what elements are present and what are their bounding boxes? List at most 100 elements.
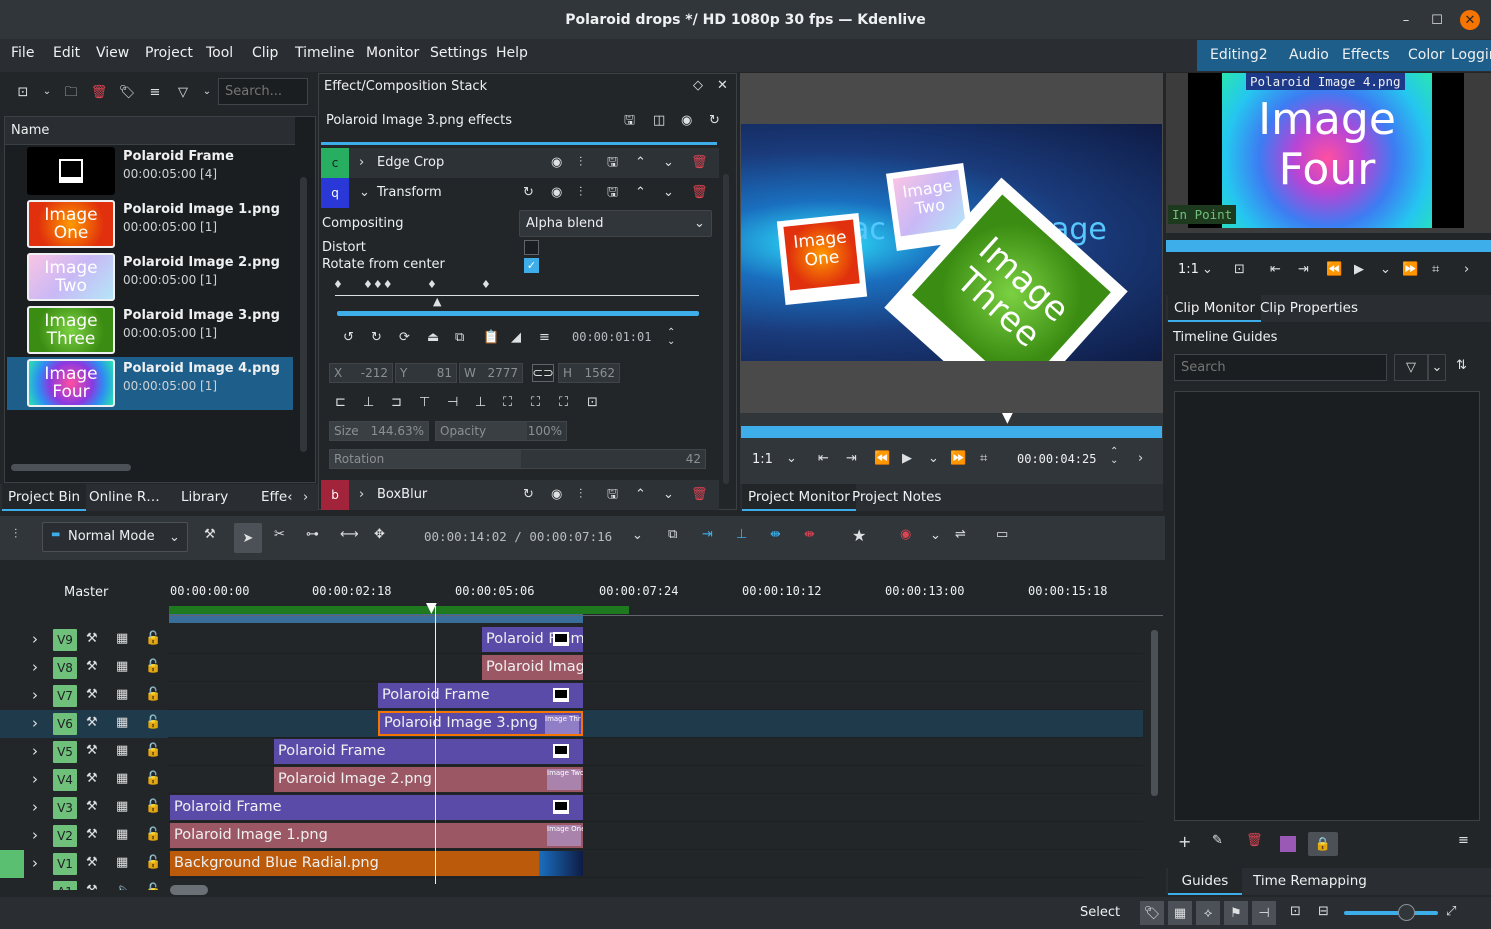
- workspace-logging[interactable]: Logging: [1444, 40, 1491, 71]
- prev-keyframe-icon[interactable]: ↺: [343, 331, 354, 344]
- keyframe-icon[interactable]: ↻: [523, 488, 534, 501]
- menu-tool[interactable]: Tool: [197, 40, 242, 72]
- fullscreen-icon[interactable]: ⊡: [1234, 263, 1245, 276]
- h-field[interactable]: H 1562: [558, 363, 620, 383]
- timeline-clip[interactable]: Polaroid Image 2.png Image Two: [274, 767, 583, 792]
- split-audio-icon[interactable]: ⊣: [1252, 901, 1276, 925]
- edit-mode-select[interactable]: ▬ Normal Mode ⌄: [42, 522, 188, 552]
- track-name[interactable]: V8: [53, 657, 77, 679]
- save-stack-icon[interactable]: 🖫: [624, 114, 635, 127]
- tab-project-monitor[interactable]: Project Monitor: [742, 484, 856, 511]
- add-guide-icon[interactable]: +: [1178, 834, 1191, 850]
- track-name[interactable]: V7: [53, 685, 77, 707]
- track-name[interactable]: V9: [53, 629, 77, 651]
- guides-search-input[interactable]: [1174, 354, 1387, 381]
- lock-icon[interactable]: 🔒: [1308, 832, 1338, 856]
- align-bottom-icon[interactable]: ⊥: [475, 396, 486, 409]
- bin-hscrollbar[interactable]: [11, 464, 131, 471]
- save-icon[interactable]: 🖫: [607, 156, 618, 169]
- next-keyframe-icon[interactable]: ⟳: [399, 331, 410, 344]
- move-up-icon[interactable]: ⌃: [635, 488, 646, 501]
- menu-view[interactable]: View: [87, 40, 138, 72]
- track-name[interactable]: V3: [53, 797, 77, 819]
- keyframe-toggle-icon[interactable]: ↻: [709, 114, 720, 127]
- chevron-right-icon[interactable]: ›: [32, 744, 38, 759]
- lock-icon[interactable]: 🔓: [145, 828, 161, 841]
- chevron-right-icon[interactable]: ›: [32, 856, 38, 871]
- effects-icon[interactable]: ⚒: [86, 772, 98, 785]
- tab-project-bin[interactable]: Project Bin: [2, 484, 87, 511]
- zoom-value[interactable]: 1:1: [752, 452, 773, 467]
- insert-icon[interactable]: ⇥: [702, 528, 713, 541]
- keyframe-zoom-bar[interactable]: [337, 311, 699, 316]
- move-up-icon[interactable]: ⌃: [635, 186, 646, 199]
- menu-list-icon[interactable]: ≡: [144, 81, 166, 103]
- zoom-out-icon[interactable]: ⊟: [1318, 905, 1329, 918]
- chevron-right-icon[interactable]: ›: [32, 800, 38, 815]
- keyframe-icon[interactable]: ↻: [523, 186, 534, 199]
- lock-icon[interactable]: 🔓: [145, 884, 161, 890]
- lock-icon[interactable]: 🔓: [145, 716, 161, 729]
- add-keyframe-icon[interactable]: ↻: [371, 331, 382, 344]
- extract-icon[interactable]: ⇼: [770, 528, 781, 541]
- zoom-in-icon[interactable]: ⤢: [1446, 905, 1456, 918]
- eye-icon[interactable]: ◉: [551, 156, 562, 169]
- align-left-icon[interactable]: ⊏: [335, 396, 346, 409]
- lock-icon[interactable]: 🔓: [145, 800, 161, 813]
- ripple-tool-icon[interactable]: ⟷: [340, 528, 359, 541]
- rotate-checkbox[interactable]: ✓: [524, 258, 539, 273]
- chevron-down-icon[interactable]: ⌄: [1380, 263, 1391, 276]
- chevron-right-icon[interactable]: ›: [32, 660, 38, 675]
- zoom-slider-handle[interactable]: [1398, 904, 1415, 921]
- set-in-icon[interactable]: ⇤: [1270, 263, 1281, 276]
- chevron-down-icon[interactable]: ⌄: [930, 529, 941, 542]
- settings-sliders-icon[interactable]: ⫶: [14, 528, 17, 541]
- track-name[interactable]: V6: [53, 713, 77, 735]
- chevron-right-icon[interactable]: ›: [359, 488, 364, 501]
- delete-effect-icon[interactable]: 🗑: [691, 488, 708, 501]
- chevron-right-icon[interactable]: ›: [32, 632, 38, 647]
- sliders-icon[interactable]: ⫶: [579, 186, 582, 199]
- select-tool-icon[interactable]: ➤: [234, 523, 262, 553]
- chevron-right-icon[interactable]: ›: [1138, 452, 1143, 465]
- menu-clip[interactable]: Clip: [243, 40, 287, 72]
- film-icon[interactable]: ▦: [116, 772, 128, 785]
- multitrack-icon[interactable]: ⧉: [668, 528, 677, 541]
- tab-guides[interactable]: Guides: [1168, 868, 1242, 895]
- tab-online-resources[interactable]: Online R…: [83, 484, 166, 511]
- spin-icon[interactable]: ⌃ ⌄: [1110, 447, 1118, 466]
- sliders-icon[interactable]: ⫶: [579, 156, 582, 169]
- chevron-down-icon[interactable]: ⌄: [928, 452, 939, 465]
- maximize-icon[interactable]: ☐: [1427, 10, 1447, 30]
- forward-icon[interactable]: ⏩: [1402, 263, 1418, 276]
- spin-icon[interactable]: ⌃ ⌄: [667, 328, 675, 347]
- timeline-clip[interactable]: Polaroid Fram: [482, 627, 583, 652]
- eye-icon[interactable]: ◉: [551, 186, 562, 199]
- lock-icon[interactable]: 🔓: [145, 660, 161, 673]
- keyframe-marker-icon[interactable]: ♦: [481, 279, 491, 290]
- timeline-clip[interactable]: Polaroid Frame: [378, 683, 583, 708]
- favorite-icon[interactable]: ★: [852, 528, 866, 544]
- lock-icon[interactable]: 🔓: [145, 856, 161, 869]
- master-label[interactable]: Master: [64, 585, 108, 600]
- menu-file[interactable]: File: [2, 40, 43, 72]
- chevron-right-icon[interactable]: ›: [32, 828, 38, 843]
- rewind-icon[interactable]: ⏪: [1326, 263, 1342, 276]
- chevron-right-icon[interactable]: ›: [303, 491, 308, 504]
- move-down-icon[interactable]: ⌄: [663, 156, 674, 169]
- keyframe-marker-icon[interactable]: ♦: [427, 279, 437, 290]
- track-name[interactable]: V2: [53, 825, 77, 847]
- close-icon[interactable]: ✕: [1460, 10, 1480, 30]
- timeline-vscroll[interactable]: [1151, 630, 1158, 796]
- timeline-clip[interactable]: Polaroid Imag: [482, 655, 583, 680]
- bin-scrollbar[interactable]: [300, 177, 307, 452]
- paste-icon[interactable]: 📋: [483, 331, 499, 344]
- film-icon[interactable]: ▦: [1168, 901, 1192, 925]
- bin-clip-row[interactable]: Image Two Polaroid Image 2.png 00:00:05:…: [7, 251, 293, 304]
- column-name-header[interactable]: Name: [11, 123, 49, 138]
- bin-clip-row-selected[interactable]: Image Four Polaroid Image 4.png 00:00:05…: [7, 357, 293, 410]
- float-icon[interactable]: ◇: [693, 79, 703, 92]
- set-out-icon[interactable]: ⇥: [846, 452, 857, 465]
- snap-icon[interactable]: ⟡: [1196, 901, 1220, 925]
- fit-width-icon[interactable]: ⛶: [531, 396, 540, 409]
